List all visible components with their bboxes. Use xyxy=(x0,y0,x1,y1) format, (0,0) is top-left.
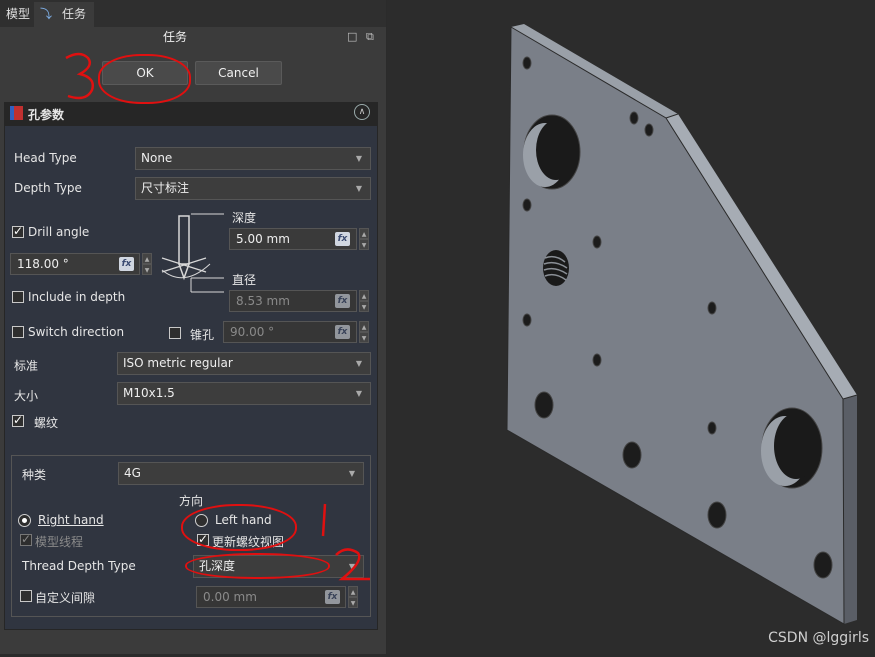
thread-class-select[interactable]: 4G ▼ xyxy=(118,462,364,485)
annotation-2 xyxy=(335,548,370,581)
size-select[interactable]: M10x1.5 ▼ xyxy=(117,382,371,405)
expression-icon[interactable]: fx xyxy=(119,257,134,271)
depth-stepper[interactable]: ▲ ▼ xyxy=(359,228,369,250)
drill-angle-value: 118.00 ° xyxy=(17,257,69,271)
panel-title: 任务 xyxy=(162,30,187,44)
watermark-text: CSDN @lggirls xyxy=(768,630,869,646)
tab-bar: 模型 ⤵ 任务 xyxy=(0,0,386,27)
chevron-down-icon: ▼ xyxy=(355,359,362,368)
size-label: 大小 xyxy=(14,389,39,403)
standard-label: 标准 xyxy=(14,359,39,373)
float-icon[interactable]: □ xyxy=(347,30,357,43)
drill-angle-checkbox[interactable] xyxy=(12,224,24,238)
depth-type-value: 尺寸标注 xyxy=(141,181,190,195)
annotation-1 xyxy=(321,503,327,537)
head-type-value: None xyxy=(141,151,173,165)
depth-type-label: Depth Type xyxy=(14,181,82,195)
thread-depth-type-label: Thread Depth Type xyxy=(22,559,136,573)
head-type-label: Head Type xyxy=(14,151,77,165)
right-hand-label: Right hand xyxy=(38,513,104,527)
cancel-button[interactable]: Cancel xyxy=(195,61,282,85)
task-icon: ⤵ xyxy=(40,7,53,21)
diameter-input[interactable]: 8.53 mm fx xyxy=(229,290,357,312)
standard-select[interactable]: ISO metric regular ▼ xyxy=(117,352,371,375)
include-in-depth-label: Include in depth xyxy=(28,290,126,304)
standard-value: ISO metric regular xyxy=(123,356,233,370)
depth-label: 深度 xyxy=(232,211,257,225)
3d-viewport[interactable]: CSDN @lggirls xyxy=(387,0,875,654)
switch-direction-label: Switch direction xyxy=(28,325,125,339)
custom-clearance-input[interactable]: 0.00 mm fx xyxy=(196,586,346,608)
thread-class-value: 4G xyxy=(124,466,141,480)
expression-icon[interactable]: fx xyxy=(325,590,340,604)
chevron-down-icon: ▼ xyxy=(355,184,362,193)
hole-icon xyxy=(10,106,23,120)
size-value: M10x1.5 xyxy=(123,386,175,400)
chevron-down-icon: ▼ xyxy=(355,389,362,398)
tab-model[interactable]: 模型 xyxy=(2,2,34,27)
model-thread-checkbox[interactable] xyxy=(20,532,32,546)
custom-clearance-label: 自定义间隙 xyxy=(35,591,96,605)
hole xyxy=(522,56,532,70)
drill-angle-label: Drill angle xyxy=(28,225,90,239)
expression-icon[interactable]: fx xyxy=(335,294,350,308)
depth-input[interactable]: 5.00 mm fx xyxy=(229,228,357,250)
custom-clearance-stepper[interactable]: ▲ ▼ xyxy=(348,586,358,608)
diameter-stepper[interactable]: ▲ ▼ xyxy=(359,290,369,312)
part-model xyxy=(506,24,858,625)
tab-model-label: 模型 xyxy=(5,7,30,21)
countersink-label: 锥孔 xyxy=(190,328,215,342)
thread-checkbox[interactable] xyxy=(12,413,24,427)
depth-value: 5.00 mm xyxy=(236,232,290,246)
section-title: 孔参数 xyxy=(28,108,65,122)
tab-tasks[interactable]: ⤵ 任务 xyxy=(34,2,94,27)
head-type-select[interactable]: None ▼ xyxy=(135,147,371,170)
expression-icon[interactable]: fx xyxy=(335,325,350,339)
collapse-icon[interactable]: ∧ xyxy=(354,104,370,120)
chevron-down-icon: ▼ xyxy=(348,469,355,478)
switch-direction-checkbox[interactable] xyxy=(12,326,24,338)
model-thread-label: 模型线程 xyxy=(35,535,84,549)
countersink-stepper[interactable]: ▲ ▼ xyxy=(359,321,369,343)
thread-label: 螺纹 xyxy=(34,416,59,430)
custom-clearance-checkbox[interactable] xyxy=(20,590,32,602)
annotation-3 xyxy=(65,52,94,100)
left-hand-annotation-circle xyxy=(181,504,297,551)
expression-icon[interactable]: fx xyxy=(335,232,350,246)
undock-icon[interactable]: ⧉ xyxy=(366,30,374,44)
ok-annotation-circle xyxy=(98,54,191,104)
countersink-checkbox[interactable] xyxy=(169,327,181,339)
thread-depth-annotation-circle xyxy=(185,553,330,579)
depth-type-select[interactable]: 尺寸标注 ▼ xyxy=(135,177,371,200)
tab-tasks-label: 任务 xyxy=(62,7,87,21)
chevron-down-icon: ▼ xyxy=(355,154,362,163)
right-hand-radio[interactable] xyxy=(18,514,31,527)
thread-class-label: 种类 xyxy=(22,468,47,482)
countersink-value: 90.00 ° xyxy=(230,325,275,339)
include-in-depth-checkbox[interactable] xyxy=(12,291,24,303)
task-panel: 模型 ⤵ 任务 任务 □ ⧉ OK Cancel 孔参数 ∧ Head Type… xyxy=(0,0,386,654)
diameter-label: 直径 xyxy=(232,273,257,287)
hole-diagram xyxy=(161,213,224,293)
countersink-input[interactable]: 90.00 ° fx xyxy=(223,321,357,343)
drill-angle-input[interactable]: 118.00 ° fx xyxy=(10,253,140,275)
diameter-value: 8.53 mm xyxy=(236,294,290,308)
custom-clearance-value: 0.00 mm xyxy=(203,590,257,604)
direction-label: 方向 xyxy=(179,494,204,508)
drill-angle-stepper[interactable]: ▲ ▼ xyxy=(142,253,152,275)
